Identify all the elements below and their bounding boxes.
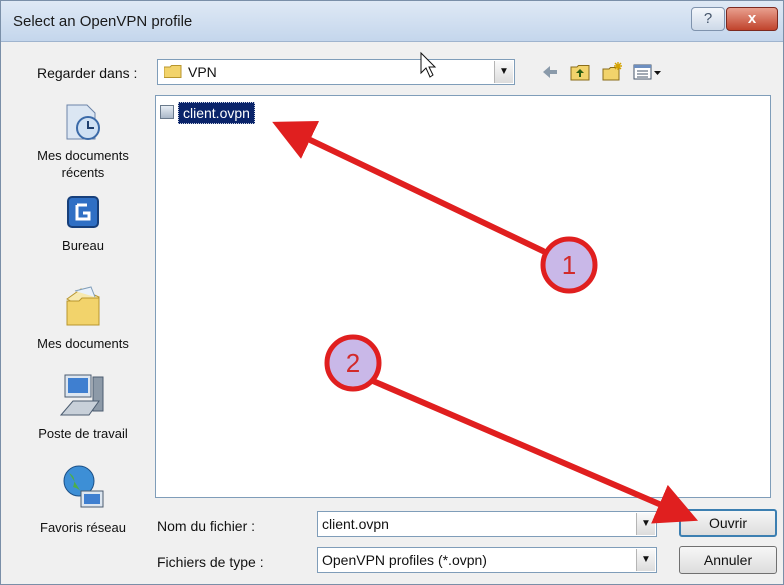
back-icon[interactable] xyxy=(539,61,561,83)
look-in-label: Regarder dans : xyxy=(37,65,138,81)
open-file-dialog: Select an OpenVPN profile ? x Regarder d… xyxy=(0,0,784,585)
place-desktop[interactable]: Bureau xyxy=(21,193,145,254)
recent-documents-icon xyxy=(66,104,100,140)
file-type-label: Fichiers de type : xyxy=(157,554,264,570)
file-type-select[interactable]: OpenVPN profiles (*.ovpn) ▼ xyxy=(317,547,657,573)
place-label: Poste de travail xyxy=(38,426,128,441)
my-documents-icon xyxy=(66,286,100,326)
place-recent-documents[interactable]: Mes documents récents xyxy=(21,101,145,181)
chevron-down-icon[interactable]: ▼ xyxy=(636,513,655,535)
place-network[interactable]: Favoris réseau xyxy=(21,463,145,536)
look-in-dropdown[interactable]: VPN ▼ xyxy=(157,59,515,85)
up-folder-icon[interactable] xyxy=(569,61,591,83)
chevron-down-icon[interactable]: ▼ xyxy=(494,61,513,83)
dialog-title: Select an OpenVPN profile xyxy=(13,13,193,30)
view-menu-icon[interactable] xyxy=(633,61,663,83)
ovpn-file-icon xyxy=(160,105,174,119)
folder-icon xyxy=(164,65,182,78)
new-folder-icon[interactable] xyxy=(601,61,623,83)
network-places-icon xyxy=(63,465,104,508)
place-label: Bureau xyxy=(62,238,104,253)
title-bar[interactable]: Select an OpenVPN profile ? x xyxy=(1,1,783,42)
look-in-value: VPN xyxy=(188,64,217,80)
place-label: Mes documents récents xyxy=(37,148,129,180)
help-button[interactable]: ? xyxy=(691,7,725,31)
file-list[interactable]: client.ovpn xyxy=(155,95,771,498)
places-bar: Mes documents récents Bureau Mes documen… xyxy=(21,95,145,565)
place-label: Favoris réseau xyxy=(40,520,126,535)
file-name-input[interactable]: client.ovpn ▼ xyxy=(317,511,657,537)
place-my-computer[interactable]: Poste de travail xyxy=(21,371,145,442)
file-type-value: OpenVPN profiles (*.ovpn) xyxy=(322,552,487,568)
place-my-documents[interactable]: Mes documents xyxy=(21,283,145,352)
file-name: client.ovpn xyxy=(178,102,255,124)
place-label: Mes documents xyxy=(37,336,129,351)
file-name-label: Nom du fichier : xyxy=(157,518,256,534)
file-name-value: client.ovpn xyxy=(322,516,389,532)
chevron-down-icon[interactable]: ▼ xyxy=(636,549,655,571)
my-computer-icon xyxy=(59,374,104,416)
cancel-button[interactable]: Annuler xyxy=(679,546,777,574)
desktop-icon xyxy=(67,196,99,228)
close-button[interactable]: x xyxy=(726,7,778,31)
open-button[interactable]: Ouvrir xyxy=(679,509,777,537)
